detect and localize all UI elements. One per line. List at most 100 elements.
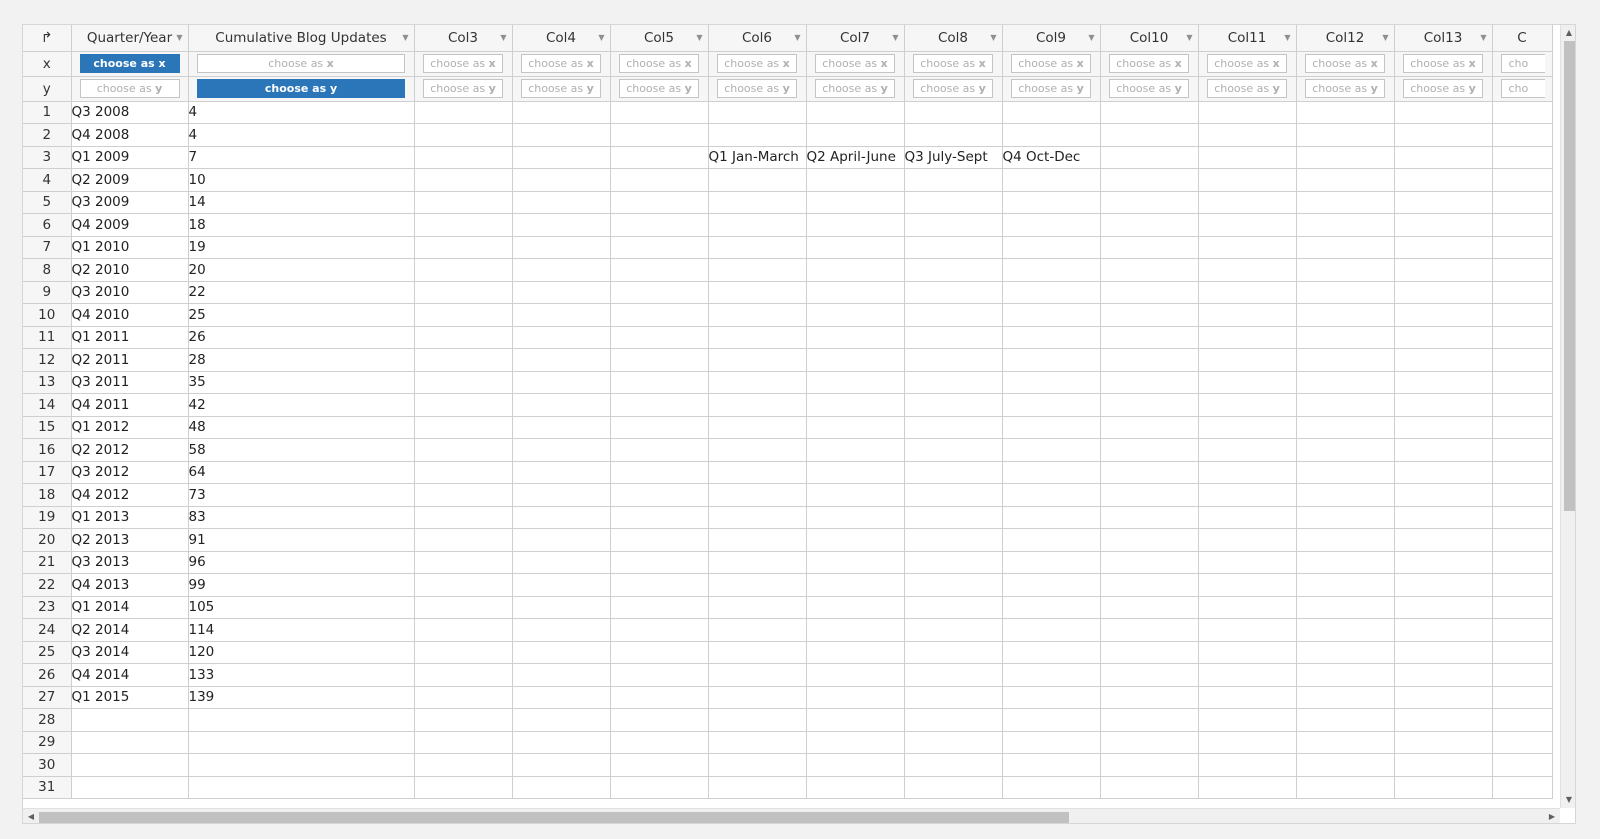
grid-cell[interactable] [1394,663,1493,687]
grid-cell[interactable] [904,483,1003,507]
grid-cell[interactable] [1100,258,1199,282]
grid-cell[interactable] [512,236,611,259]
grid-cell[interactable] [610,258,709,282]
grid-cell[interactable] [1394,281,1493,304]
grid-cell[interactable] [610,573,709,597]
grid-cell[interactable]: 83 [188,506,415,529]
grid-cell[interactable] [1492,303,1553,327]
column-header-12[interactable]: Col12 ▼ [1296,25,1395,52]
choose-as-y-button[interactable]: choose as y [1109,79,1189,98]
row-number[interactable]: 25 [23,641,72,664]
column-menu-chevron-down-icon[interactable]: ▼ [892,33,898,42]
grid-cell[interactable]: 22 [188,281,415,304]
grid-cell[interactable] [512,506,611,529]
grid-cell[interactable] [610,528,709,552]
grid-cell[interactable] [512,438,611,462]
row-number[interactable]: 24 [23,618,72,642]
grid-cell[interactable] [512,191,611,214]
grid-cell[interactable]: 120 [188,641,415,664]
grid-cell[interactable] [512,641,611,664]
column-header-6[interactable]: Col6 ▼ [708,25,807,52]
grid-cell[interactable] [904,303,1003,327]
grid-cell[interactable] [904,641,1003,664]
row-number[interactable]: 5 [23,191,72,214]
grid-cell[interactable] [1492,506,1553,529]
grid-cell[interactable] [1492,258,1553,282]
grid-cell[interactable] [1296,348,1395,372]
row-number[interactable]: 1 [23,101,72,124]
grid-cell[interactable] [1002,753,1101,777]
grid-cell[interactable] [904,731,1003,754]
grid-cell[interactable] [414,438,513,462]
grid-cell[interactable]: 96 [188,551,415,574]
scroll-up-icon[interactable]: ▲ [1561,26,1575,40]
grid-cell[interactable] [512,663,611,687]
grid-cell[interactable]: Q4 Oct-Dec [1002,146,1101,169]
grid-cell[interactable]: 139 [188,686,415,709]
grid-cell[interactable] [1100,708,1199,732]
grid-cell[interactable] [1394,393,1493,417]
grid-cell[interactable] [904,438,1003,462]
grid-cell[interactable]: Q3 2011 [71,371,189,394]
choose-as-x-button[interactable]: choose as x [1109,54,1189,73]
grid-cell[interactable] [1492,573,1553,597]
grid-cell[interactable] [708,281,807,304]
grid-cell[interactable] [1296,371,1395,394]
grid-cell[interactable] [708,326,807,349]
grid-cell[interactable] [806,348,905,372]
grid-cell[interactable] [1198,281,1297,304]
choose-as-y-button[interactable]: choose as y [1305,79,1385,98]
grid-cell[interactable] [904,168,1003,192]
grid-cell[interactable] [708,438,807,462]
choose-as-y-button[interactable]: choose as y [79,79,180,98]
grid-cell[interactable] [1296,483,1395,507]
grid-cell[interactable] [708,506,807,529]
grid-cell[interactable] [806,213,905,237]
grid-cell[interactable] [610,123,709,147]
grid-cell[interactable]: 58 [188,438,415,462]
grid-cell[interactable] [708,573,807,597]
grid-cell[interactable] [1394,191,1493,214]
row-number[interactable]: 4 [23,168,72,192]
grid-cell[interactable] [1100,168,1199,192]
grid-cell[interactable] [512,483,611,507]
grid-cell[interactable] [806,731,905,754]
grid-cell[interactable] [708,168,807,192]
grid-cell[interactable] [1002,551,1101,574]
grid-cell[interactable] [1296,573,1395,597]
grid-cell[interactable]: Q4 2009 [71,213,189,237]
grid-cell[interactable] [1002,528,1101,552]
grid-cell[interactable] [806,393,905,417]
grid-cell[interactable] [1492,461,1553,484]
grid-cell[interactable] [1198,461,1297,484]
grid-cell[interactable] [1100,663,1199,687]
grid-cell[interactable] [1198,393,1297,417]
grid-cell[interactable] [414,371,513,394]
grid-cell[interactable] [1296,641,1395,664]
grid-cell[interactable] [512,393,611,417]
grid-cell[interactable] [708,393,807,417]
grid-cell[interactable] [806,258,905,282]
grid-cell[interactable] [1394,596,1493,619]
grid-cell[interactable] [610,551,709,574]
grid-cell[interactable] [708,258,807,282]
grid-cell[interactable] [188,776,415,799]
grid-cell[interactable]: Q4 2011 [71,393,189,417]
grid-cell[interactable] [1198,528,1297,552]
grid-cell[interactable]: Q4 2010 [71,303,189,327]
row-number[interactable]: 15 [23,416,72,439]
grid-cell[interactable] [71,731,189,754]
grid-cell[interactable]: 73 [188,483,415,507]
grid-cell[interactable] [806,123,905,147]
grid-cell[interactable] [1492,371,1553,394]
grid-cell[interactable]: 14 [188,191,415,214]
grid-cell[interactable] [414,191,513,214]
grid-cell[interactable] [904,213,1003,237]
row-number[interactable]: 9 [23,281,72,304]
grid-cell[interactable] [1296,618,1395,642]
grid-cell[interactable] [1296,146,1395,169]
grid-cell[interactable] [904,506,1003,529]
grid-cell[interactable] [1394,753,1493,777]
grid-cell[interactable] [414,573,513,597]
grid-cell[interactable] [1394,483,1493,507]
